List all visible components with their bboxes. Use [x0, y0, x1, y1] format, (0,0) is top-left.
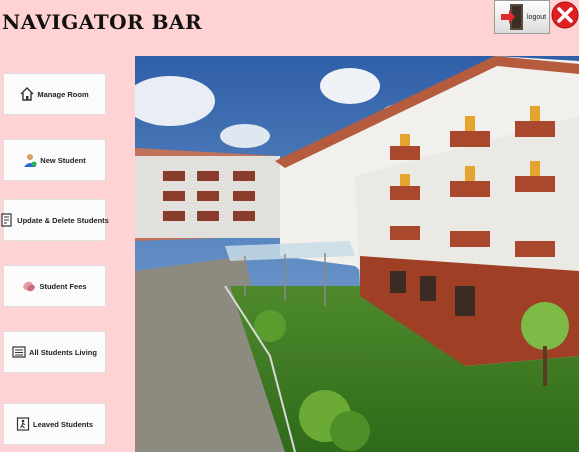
sidebar-item-label: Update & Delete Students [17, 215, 109, 225]
home-icon [20, 87, 34, 101]
hostel-building-image [135, 56, 579, 452]
logout-icon [499, 2, 525, 32]
student-icon [23, 153, 37, 167]
sidebar-item-label: Student Fees [39, 281, 87, 291]
edit-document-icon [0, 213, 14, 227]
sidebar-item-leaved-students[interactable]: Leaved Students [3, 403, 106, 445]
list-icon [12, 345, 26, 359]
exit-icon [16, 417, 30, 431]
sidebar-item-all-students-living[interactable]: All Students Living [3, 331, 106, 373]
sidebar-item-label: All Students Living [29, 347, 97, 357]
sidebar-item-student-fees[interactable]: Student Fees [3, 265, 106, 307]
sidebar-item-label: Leaved Students [32, 419, 93, 429]
sidebar-item-new-student[interactable]: New Student [3, 139, 106, 181]
logout-label: logout [527, 13, 547, 21]
sidebar-item-label: Manage Room [37, 89, 89, 99]
page-title: NAVIGATOR BAR [2, 10, 203, 34]
sidebar-item-label: New Student [40, 155, 86, 165]
close-icon [551, 1, 579, 34]
fees-icon [22, 279, 36, 293]
sidebar-item-manage-room[interactable]: Manage Room [3, 73, 106, 115]
logout-button[interactable]: logout [494, 0, 550, 34]
close-button[interactable] [551, 0, 579, 34]
sidebar-item-update-delete-students[interactable]: Update & Delete Students [0, 199, 109, 241]
